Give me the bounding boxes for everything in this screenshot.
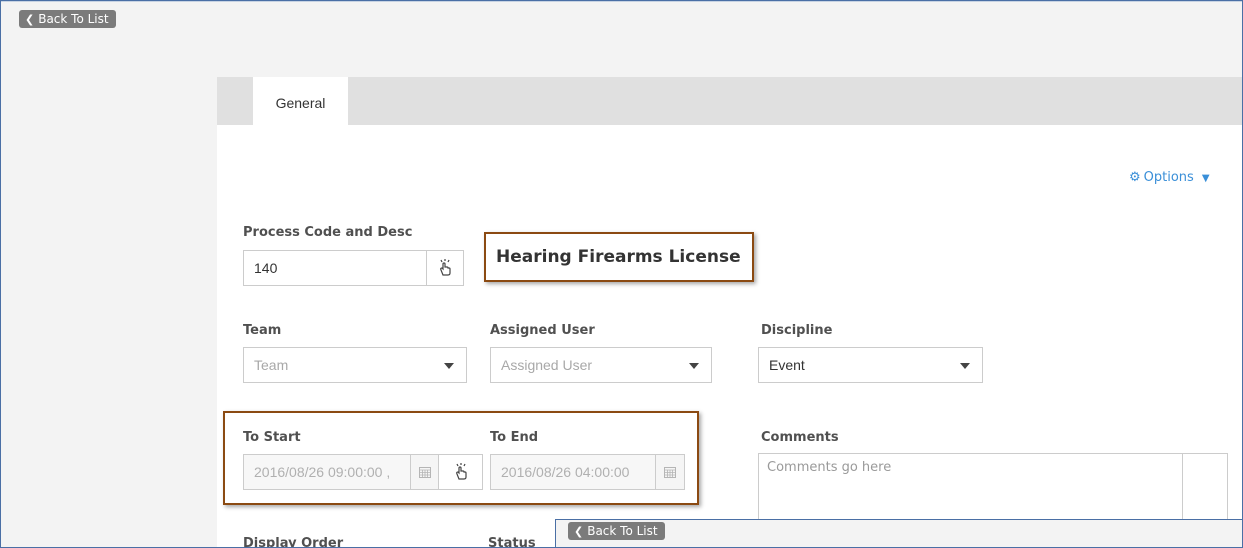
to-end-label: To End [490, 430, 539, 445]
options-dropdown[interactable]: ⚙ Options ▼ [1129, 170, 1210, 185]
to-start-calendar-button[interactable] [410, 454, 439, 490]
team-select[interactable]: Team [243, 347, 467, 383]
window-frame: ❮ Back To List General ⚙ Options ▼ Process … [0, 0, 1243, 548]
process-code-input[interactable]: 140 [243, 250, 435, 286]
discipline-select[interactable]: Event [758, 347, 983, 383]
discipline-label: Discipline [761, 323, 833, 338]
calendar-icon [664, 467, 676, 478]
back-to-list-label: Back To List [38, 12, 109, 26]
process-code-label: Process Code and Desc [243, 225, 413, 240]
chevron-left-icon: ❮ [25, 13, 35, 26]
pointer-hand-icon [440, 259, 451, 276]
comments-placeholder: Comments go here [767, 460, 892, 475]
process-code-picker-button[interactable] [426, 250, 464, 286]
caret-down-icon: ▼ [1201, 173, 1210, 184]
dropdown-caret-icon [960, 363, 970, 369]
dropdown-caret-icon [444, 363, 454, 369]
assigned-user-select-value: Assigned User [501, 357, 593, 373]
team-select-value: Team [254, 357, 289, 373]
overlay-window: ❮ Back To List [555, 519, 1242, 547]
overlay-back-to-list-button[interactable]: ❮ Back To List [568, 522, 665, 540]
chevron-left-icon: ❮ [574, 525, 584, 538]
tab-bar: General [217, 77, 1242, 125]
gear-icon: ⚙ [1129, 170, 1141, 185]
top-divider [1, 1, 1242, 2]
to-start-picker-button[interactable] [438, 454, 483, 490]
pointer-hand-icon [455, 463, 467, 480]
calendar-icon [418, 467, 431, 478]
tab-general[interactable]: General [253, 77, 348, 125]
dropdown-caret-icon [689, 363, 699, 369]
overlay-back-to-list-label: Back To List [587, 524, 658, 538]
back-to-list-button[interactable]: ❮ Back To List [19, 10, 116, 28]
discipline-select-value: Event [769, 357, 805, 373]
process-description: Hearing Firearms License [484, 232, 754, 282]
options-label: Options [1143, 170, 1194, 185]
status-label: Status [488, 536, 536, 548]
display-order-label: Display Order [243, 536, 344, 548]
to-start-label: To Start [243, 430, 301, 445]
team-label: Team [243, 323, 282, 338]
tab-general-label: General [275, 95, 326, 111]
form-panel: General ⚙ Options ▼ Process Code and Desc … [217, 77, 1242, 548]
assigned-user-select[interactable]: Assigned User [490, 347, 712, 383]
to-end-input[interactable]: 2016/08/26 04:00:00 [490, 454, 656, 490]
assigned-user-label: Assigned User [490, 323, 595, 338]
comments-label: Comments [761, 430, 839, 445]
to-start-input[interactable]: 2016/08/26 09:00:00 , [243, 454, 411, 490]
to-end-calendar-button[interactable] [655, 454, 685, 490]
